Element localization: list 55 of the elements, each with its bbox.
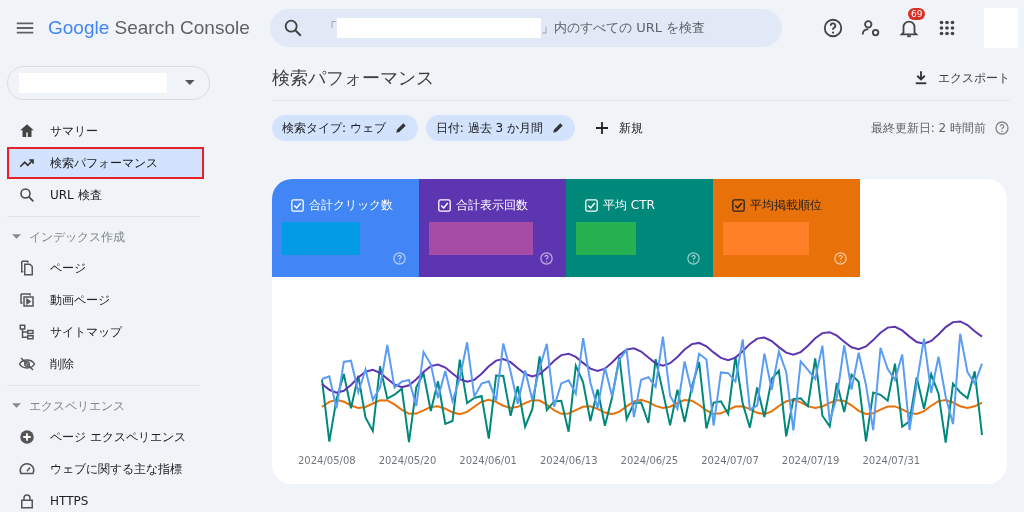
axis-label: 2024/06/13 <box>539 455 598 466</box>
caret-icon <box>12 234 21 240</box>
filter-chip[interactable]: 検索タイプ: ウェブ <box>272 115 418 141</box>
nav-item[interactable]: ページ <box>0 252 208 284</box>
axis-label: 2024/07/31 <box>862 455 921 466</box>
metric-label: 平均 CTR <box>603 197 655 214</box>
lock-icon <box>18 492 36 510</box>
eye-off-icon <box>18 355 36 373</box>
home-icon <box>18 122 36 140</box>
checked-checkbox-icon[interactable] <box>732 199 745 212</box>
metric-label: 平均掲載順位 <box>750 197 822 214</box>
help-icon[interactable] <box>822 17 844 39</box>
nav-item[interactable]: ウェブに関する主な指標 <box>0 453 208 485</box>
axis-label: 2024/06/01 <box>459 455 517 466</box>
dropdown-caret-icon <box>185 80 195 86</box>
search-icon <box>282 17 304 39</box>
nav-item[interactable]: HTTPS <box>0 485 208 512</box>
metric-tile[interactable]: 平均掲載順位 <box>713 179 860 277</box>
user-settings-icon[interactable] <box>860 17 882 39</box>
nav-item[interactable]: ページ エクスペリエンス <box>0 421 208 453</box>
axis-label: 2024/07/19 <box>781 455 840 466</box>
plus-circle-icon <box>18 428 36 446</box>
last-updated: 最終更新日: 2 時間前 <box>870 119 986 137</box>
axis-label: 2024/05/20 <box>378 455 437 466</box>
axis-label: 2024/05/08 <box>298 455 356 466</box>
nav-item[interactable]: 削除 <box>0 348 208 380</box>
axis-label: 2024/06/25 <box>620 455 679 466</box>
caret-icon <box>12 403 21 409</box>
new-filter-button[interactable]: 新規 <box>587 118 649 138</box>
plus-icon <box>593 119 611 137</box>
filter-chip[interactable]: 日付: 過去 3 か月間 <box>425 115 575 141</box>
redacted-block <box>576 222 636 255</box>
app-logo: Google Search Console <box>48 17 251 39</box>
search-placeholder: 」内のすべての URL を検査 <box>541 19 706 37</box>
search-field[interactable]: 「 」内のすべての URL を検査 <box>270 9 782 47</box>
sitemap-icon <box>18 323 36 341</box>
search-icon <box>18 186 36 204</box>
notification-count: 69 <box>908 8 926 20</box>
metric-label: 合計表示回数 <box>456 197 528 214</box>
nav-item[interactable]: URL 検査 <box>0 179 208 211</box>
nav-item[interactable]: 検索パフォーマンス <box>7 147 204 179</box>
export-button[interactable]: エクスポート <box>912 65 1010 91</box>
nav-item[interactable]: サイトマップ <box>0 316 208 348</box>
nav-item[interactable]: 動画ページ <box>0 284 208 316</box>
search-prefix: 「 <box>324 19 337 37</box>
axis-label: 2024/07/07 <box>701 455 759 466</box>
section-header[interactable]: エクスペリエンス <box>0 391 260 421</box>
section-header[interactable]: インデックス作成 <box>0 222 260 252</box>
nav-item[interactable]: サマリー <box>0 115 208 147</box>
pencil-icon <box>393 121 408 135</box>
pencil-icon <box>551 121 565 135</box>
metric-label: 合計クリック数 <box>309 197 393 214</box>
video-icon <box>18 291 36 309</box>
page-title: 検索パフォーマンス <box>272 66 434 90</box>
pages-icon <box>18 259 36 277</box>
